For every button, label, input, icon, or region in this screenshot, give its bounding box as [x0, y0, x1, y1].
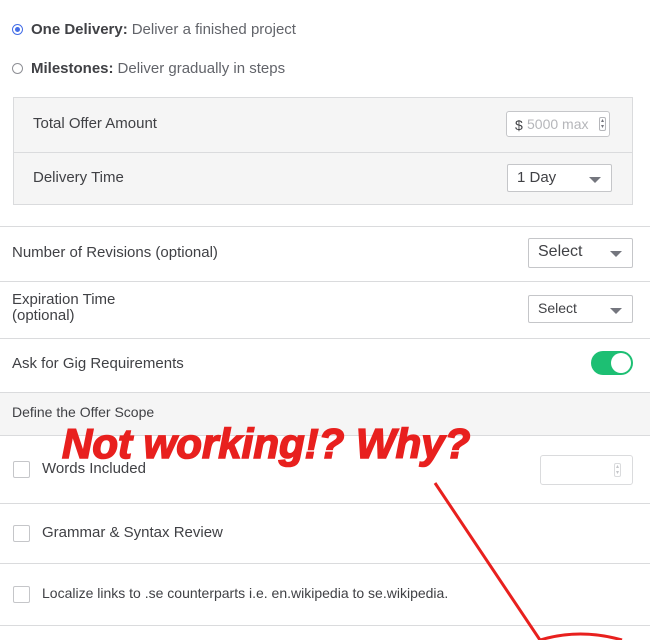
annotation-arrow — [433, 482, 542, 640]
annotation-overlay: Not working!? Why? — [61, 419, 623, 640]
annotation-circle — [539, 632, 623, 640]
annotation-text: Not working!? Why? — [62, 420, 470, 467]
